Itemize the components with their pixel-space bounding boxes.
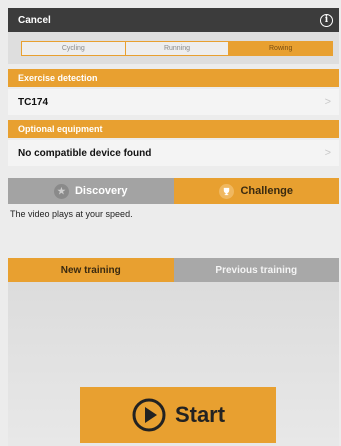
tab-discovery-label: Discovery xyxy=(74,185,128,197)
optional-equipment-value: No compatible device found xyxy=(18,147,152,159)
app-screen: Cancel i Cycling Running Rowing Exercise… xyxy=(0,0,341,446)
top-bar: Cancel i xyxy=(8,8,339,32)
tab-discovery[interactable]: ★ Discovery xyxy=(8,178,174,204)
chevron-right-icon: > xyxy=(324,147,331,159)
training-tabs: New training Previous training xyxy=(8,258,339,282)
segment-rowing[interactable]: Rowing xyxy=(228,40,334,56)
start-button[interactable]: Start xyxy=(80,387,276,443)
tab-previous-training[interactable]: Previous training xyxy=(173,258,339,282)
exercise-detection-value: TC174 xyxy=(18,96,49,108)
tab-challenge[interactable]: Challenge xyxy=(173,178,339,204)
optional-equipment-header: Optional equipment xyxy=(8,120,339,138)
cancel-button[interactable]: Cancel xyxy=(18,15,51,26)
mode-description: The video plays at your speed. xyxy=(8,204,339,250)
chevron-right-icon: > xyxy=(324,96,331,108)
info-icon[interactable]: i xyxy=(320,13,333,27)
segment-cycling[interactable]: Cycling xyxy=(21,40,126,56)
start-label: Start xyxy=(174,402,226,427)
trophy-icon xyxy=(219,183,235,199)
tab-challenge-label: Challenge xyxy=(240,185,294,197)
segment-running[interactable]: Running xyxy=(124,40,230,56)
optional-equipment-row[interactable]: No compatible device found > xyxy=(8,140,339,166)
mode-tabs: ★ Discovery Challenge xyxy=(8,178,339,204)
play-circle-icon xyxy=(132,398,166,432)
sport-segmented-control: Cycling Running Rowing xyxy=(8,32,339,64)
star-icon: ★ xyxy=(53,183,69,199)
exercise-detection-row[interactable]: TC174 > xyxy=(8,89,339,115)
exercise-detection-header: Exercise detection xyxy=(8,69,339,87)
tab-new-training[interactable]: New training xyxy=(8,258,174,282)
